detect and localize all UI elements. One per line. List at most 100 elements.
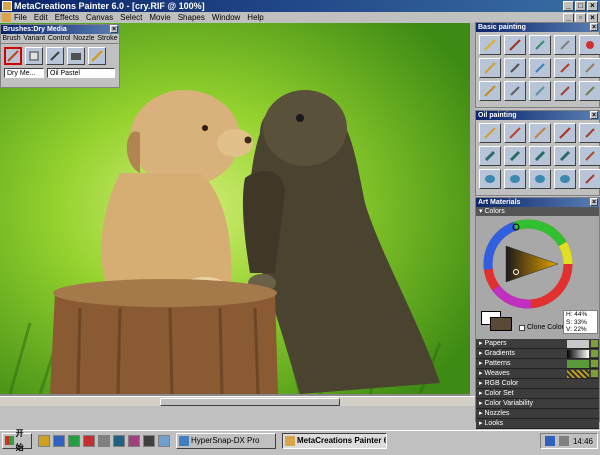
menu-help[interactable]: Help: [247, 13, 263, 22]
chalk-brush-icon[interactable]: [479, 58, 501, 78]
pencil-icon[interactable]: [88, 47, 106, 65]
airbrush-icon[interactable]: [46, 47, 64, 65]
palette-knife-icon[interactable]: [579, 123, 600, 143]
clock[interactable]: 14:46: [573, 437, 593, 446]
sponge-brush-icon[interactable]: [529, 81, 551, 101]
brush-category-select[interactable]: Dry Me...: [4, 68, 44, 78]
document-icon[interactable]: [2, 13, 11, 22]
crayon-brush-icon[interactable]: [554, 58, 576, 78]
pastel-brush-icon[interactable]: [579, 81, 600, 101]
basic-painting-title[interactable]: Basic painting ×: [476, 23, 599, 32]
pencil-brush-icon[interactable]: [479, 35, 501, 55]
terminal-icon[interactable]: [143, 434, 155, 447]
section-patterns[interactable]: ▸ Patterns: [476, 359, 599, 369]
oil-painting-title[interactable]: Oil painting ×: [476, 111, 599, 120]
dabs-brush-icon[interactable]: [529, 35, 551, 55]
smear-brush-icon[interactable]: [554, 81, 576, 101]
network-icon[interactable]: [544, 436, 555, 446]
painter-app-icon[interactable]: [2, 1, 12, 11]
tool-icon[interactable]: [128, 434, 140, 447]
blender-brush-icon[interactable]: [554, 35, 576, 55]
brushes-title[interactable]: Brushes:Dry Media ×: [1, 25, 119, 34]
brush-category-row: [1, 44, 119, 68]
menu-canvas[interactable]: Canvas: [86, 13, 113, 22]
spray-brush-icon[interactable]: [579, 35, 600, 55]
sponge-1-icon[interactable]: [479, 169, 501, 189]
tab-control[interactable]: Control: [48, 34, 71, 43]
section-looks[interactable]: ▸ Looks: [476, 419, 599, 429]
horizontal-scrollbar[interactable]: [0, 396, 475, 406]
menu-file[interactable]: File: [14, 13, 27, 22]
liquid-brush-icon[interactable]: [579, 58, 600, 78]
tab-brush[interactable]: Brush: [2, 34, 20, 43]
clone-color-option[interactable]: Clone Color: [519, 324, 564, 331]
start-button[interactable]: 开始: [2, 429, 32, 452]
brushes-close-button[interactable]: ×: [110, 25, 118, 33]
sponge-4-icon[interactable]: [554, 169, 576, 189]
task-hypersnap[interactable]: HyperSnap-DX Pro: [176, 432, 276, 449]
menu-effects[interactable]: Effects: [55, 13, 79, 22]
scroll-thumb[interactable]: [160, 398, 340, 406]
marker-brush-icon[interactable]: [504, 81, 526, 101]
volume-icon[interactable]: [558, 436, 569, 446]
close-button[interactable]: ×: [587, 1, 598, 11]
oil-brush-1-icon[interactable]: [479, 123, 501, 143]
section-papers[interactable]: ▸ Papers: [476, 339, 599, 349]
oil-brush-2-icon[interactable]: [504, 123, 526, 143]
felt-pen-brush-icon[interactable]: [504, 58, 526, 78]
colors-section-header[interactable]: ▾ Colors: [476, 207, 599, 216]
desktop-icon[interactable]: [98, 434, 110, 447]
app-icon[interactable]: [83, 434, 95, 447]
ie-icon[interactable]: [53, 434, 65, 447]
pen-brush-icon[interactable]: [504, 35, 526, 55]
bristle-brush-2-icon[interactable]: [504, 146, 526, 166]
bristle-brush-4-icon[interactable]: [554, 146, 576, 166]
art-materials-title[interactable]: Art Materials ×: [476, 198, 599, 207]
oil-brush-3-icon[interactable]: [529, 123, 551, 143]
section-color-variability[interactable]: ▸ Color Variability: [476, 399, 599, 409]
oil-brush-4-icon[interactable]: [554, 123, 576, 143]
task-painter[interactable]: MetaCreations Painter 6....: [282, 432, 387, 449]
section-nozzles[interactable]: ▸ Nozzles: [476, 409, 599, 419]
secondary-color-swatch[interactable]: [490, 317, 512, 331]
menu-shapes[interactable]: Shapes: [178, 13, 205, 22]
maximize-button[interactable]: □: [575, 1, 586, 11]
bristle-brush-1-icon[interactable]: [479, 146, 501, 166]
minimize-button[interactable]: _: [563, 1, 574, 11]
section-rgb-color[interactable]: ▸ RGB Color: [476, 379, 599, 389]
menu-select[interactable]: Select: [120, 13, 142, 22]
menu-movie[interactable]: Movie: [149, 13, 170, 22]
oil-brush-5-icon[interactable]: [579, 169, 600, 189]
menu-edit[interactable]: Edit: [34, 13, 48, 22]
eraser-icon[interactable]: [25, 47, 43, 65]
patterns-preview-icon: [591, 360, 598, 367]
charcoal-brush-icon[interactable]: [479, 81, 501, 101]
media-icon[interactable]: [113, 434, 125, 447]
folder-icon[interactable]: [158, 434, 170, 447]
color-wheel[interactable]: [476, 218, 599, 310]
section-label: Color Variability: [484, 400, 533, 407]
water-brush-icon[interactable]: [529, 58, 551, 78]
tab-nozzle[interactable]: Nozzle: [73, 34, 94, 43]
tab-variant[interactable]: Variant: [23, 34, 45, 43]
dry-media-brush-icon[interactable]: [4, 47, 22, 65]
bristle-brush-3-icon[interactable]: [529, 146, 551, 166]
bristle-brush-5-icon[interactable]: [579, 146, 600, 166]
menu-window[interactable]: Window: [212, 13, 240, 22]
section-gradients[interactable]: ▸ Gradients: [476, 349, 599, 359]
outlook-icon[interactable]: [68, 434, 80, 447]
sponge-2-icon[interactable]: [504, 169, 526, 189]
oil-painting-close-button[interactable]: ×: [590, 111, 598, 119]
gradients-preview: [567, 350, 589, 358]
section-weaves[interactable]: ▸ Weaves: [476, 369, 599, 379]
section-color-set[interactable]: ▸ Color Set: [476, 389, 599, 399]
art-materials-close-button[interactable]: ×: [590, 198, 598, 206]
image-hose-icon[interactable]: [67, 47, 85, 65]
taskbar: 开始 HyperSnap-DX Pro MetaCreations Painte…: [0, 429, 600, 452]
brush-variant-select[interactable]: Oil Pastel: [47, 68, 115, 78]
explorer-icon[interactable]: [38, 434, 50, 447]
clone-color-checkbox[interactable]: [519, 324, 525, 331]
basic-painting-close-button[interactable]: ×: [590, 23, 598, 31]
sponge-3-icon[interactable]: [529, 169, 551, 189]
tab-stroke[interactable]: Stroke: [97, 34, 117, 43]
